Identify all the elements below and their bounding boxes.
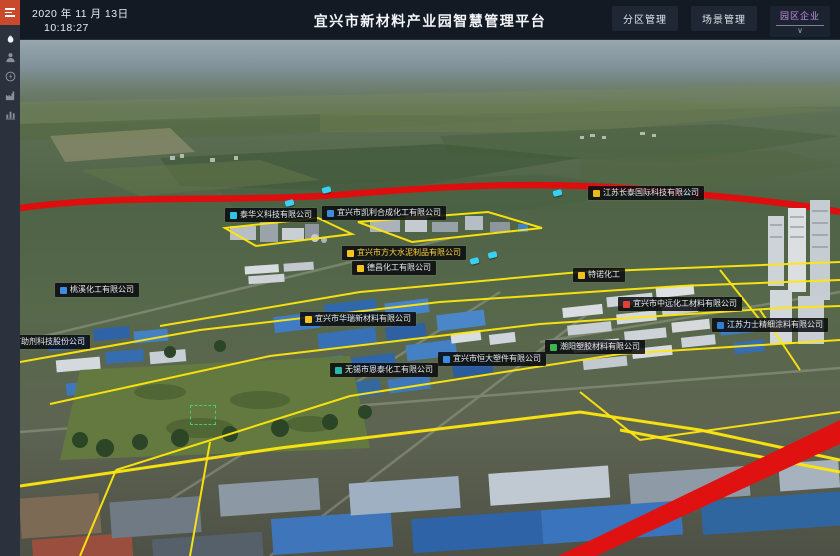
company-label-text: 无锡市恩泰化工有限公司 [345,365,433,375]
map-labels-layer: 泰华义科技有限公司 宜兴市凯利合成化工有限公司宜兴市方大水泥制品有限公司德昌化工有… [20,40,840,556]
company-label-text: 桃溪化工有限公司 [70,285,134,295]
company-label[interactable]: 泰华义科技有限公司 [225,208,317,222]
company-label-text: 江苏力士精细涂料有限公司 [727,320,823,330]
company-label[interactable]: 潮阳塑胶材料有限公司 [545,340,645,354]
company-label[interactable]: 江苏力士精细涂料有限公司 [712,318,828,332]
page-title: 宜兴市新材料产业园智慧管理平台 [314,11,547,31]
company-marker-icon [357,265,364,272]
sidebar-item-menu[interactable] [0,0,20,25]
company-label-text: 江苏长泰国际科技有限公司 [603,188,699,198]
bar-chart-icon [5,109,16,120]
company-label-text: 宜兴市恒大塑件有限公司 [453,354,541,364]
header: 2020 年 11 月 13日 10:18:27 宜兴市新材料产业园智慧管理平台… [20,0,840,40]
header-actions: 分区管理 场景管理 园区企业 ∨ [612,6,830,37]
flame-icon [5,33,16,45]
company-marker-icon [335,367,342,374]
company-label-text: 宜兴市华瑞新材料有限公司 [315,314,411,324]
sidebar-item-enterprise[interactable] [0,86,20,105]
company-label[interactable]: 江苏长泰国际科技有限公司 [588,186,704,200]
company-label-text: 泰华义科技有限公司 [240,210,312,220]
company-label[interactable]: 特诺化工 [573,268,625,282]
zone-management-button[interactable]: 分区管理 [612,6,678,31]
company-marker-icon [230,212,237,219]
company-label[interactable]: 市助剂科技股份公司 [20,335,90,349]
dropdown-label: 园区企业 [780,9,820,22]
company-label-text: 宜兴市凯利合成化工有限公司 [337,208,441,218]
factory-icon [5,90,16,101]
company-label[interactable]: 宜兴市凯利合成化工有限公司 [322,206,446,220]
current-time: 10:18:27 [44,22,89,34]
company-label-text: 潮阳塑胶材料有限公司 [560,342,640,352]
company-marker-icon [593,190,600,197]
scene-management-button[interactable]: 场景管理 [691,6,757,31]
sidebar-item-statistics[interactable] [0,105,20,124]
company-label-text: 宜兴市中远化工材料有限公司 [633,299,737,309]
company-label[interactable]: 宜兴市华瑞新材料有限公司 [300,312,416,326]
company-label-text: 德昌化工有限公司 [367,263,431,273]
company-marker-icon [550,344,557,351]
company-marker-icon [347,250,354,257]
company-marker-icon [327,210,334,217]
hamburger-menu-icon [5,8,15,17]
chevron-down-icon: ∨ [797,26,803,36]
sidebar [0,0,20,556]
smart-park-platform: 2020 年 11 月 13日 10:18:27 宜兴市新材料产业园智慧管理平台… [0,0,840,556]
company-label[interactable]: 德昌化工有限公司 [352,261,436,275]
company-label-text: 市助剂科技股份公司 [20,337,85,347]
company-label-text: 特诺化工 [588,270,620,280]
sidebar-item-personnel[interactable] [0,48,20,67]
company-marker-icon [60,287,67,294]
company-marker-icon [443,356,450,363]
company-label[interactable]: 宜兴市方大水泥制品有限公司 [342,246,466,260]
park-enterprise-dropdown[interactable]: 园区企业 ∨ [770,6,830,37]
company-marker-icon [578,272,585,279]
person-icon [5,52,16,63]
company-marker-icon [717,322,724,329]
company-label-text: 宜兴市方大水泥制品有限公司 [357,248,461,258]
company-label[interactable]: 桃溪化工有限公司 [55,283,139,297]
current-date: 2020 年 11 月 13日 [32,6,129,21]
sidebar-item-fire-alarm[interactable] [0,29,20,48]
company-marker-icon [305,316,312,323]
company-label[interactable]: 无锡市恩泰化工有限公司 [330,363,438,377]
sidebar-item-energy[interactable] [0,67,20,86]
company-label[interactable]: 宜兴市中远化工材料有限公司 [618,297,742,311]
power-icon [5,71,16,82]
company-marker-icon [623,301,630,308]
map-3d-view[interactable]: 泰华义科技有限公司 宜兴市凯利合成化工有限公司宜兴市方大水泥制品有限公司德昌化工有… [20,40,840,556]
company-label[interactable]: 宜兴市恒大塑件有限公司 [438,352,546,366]
